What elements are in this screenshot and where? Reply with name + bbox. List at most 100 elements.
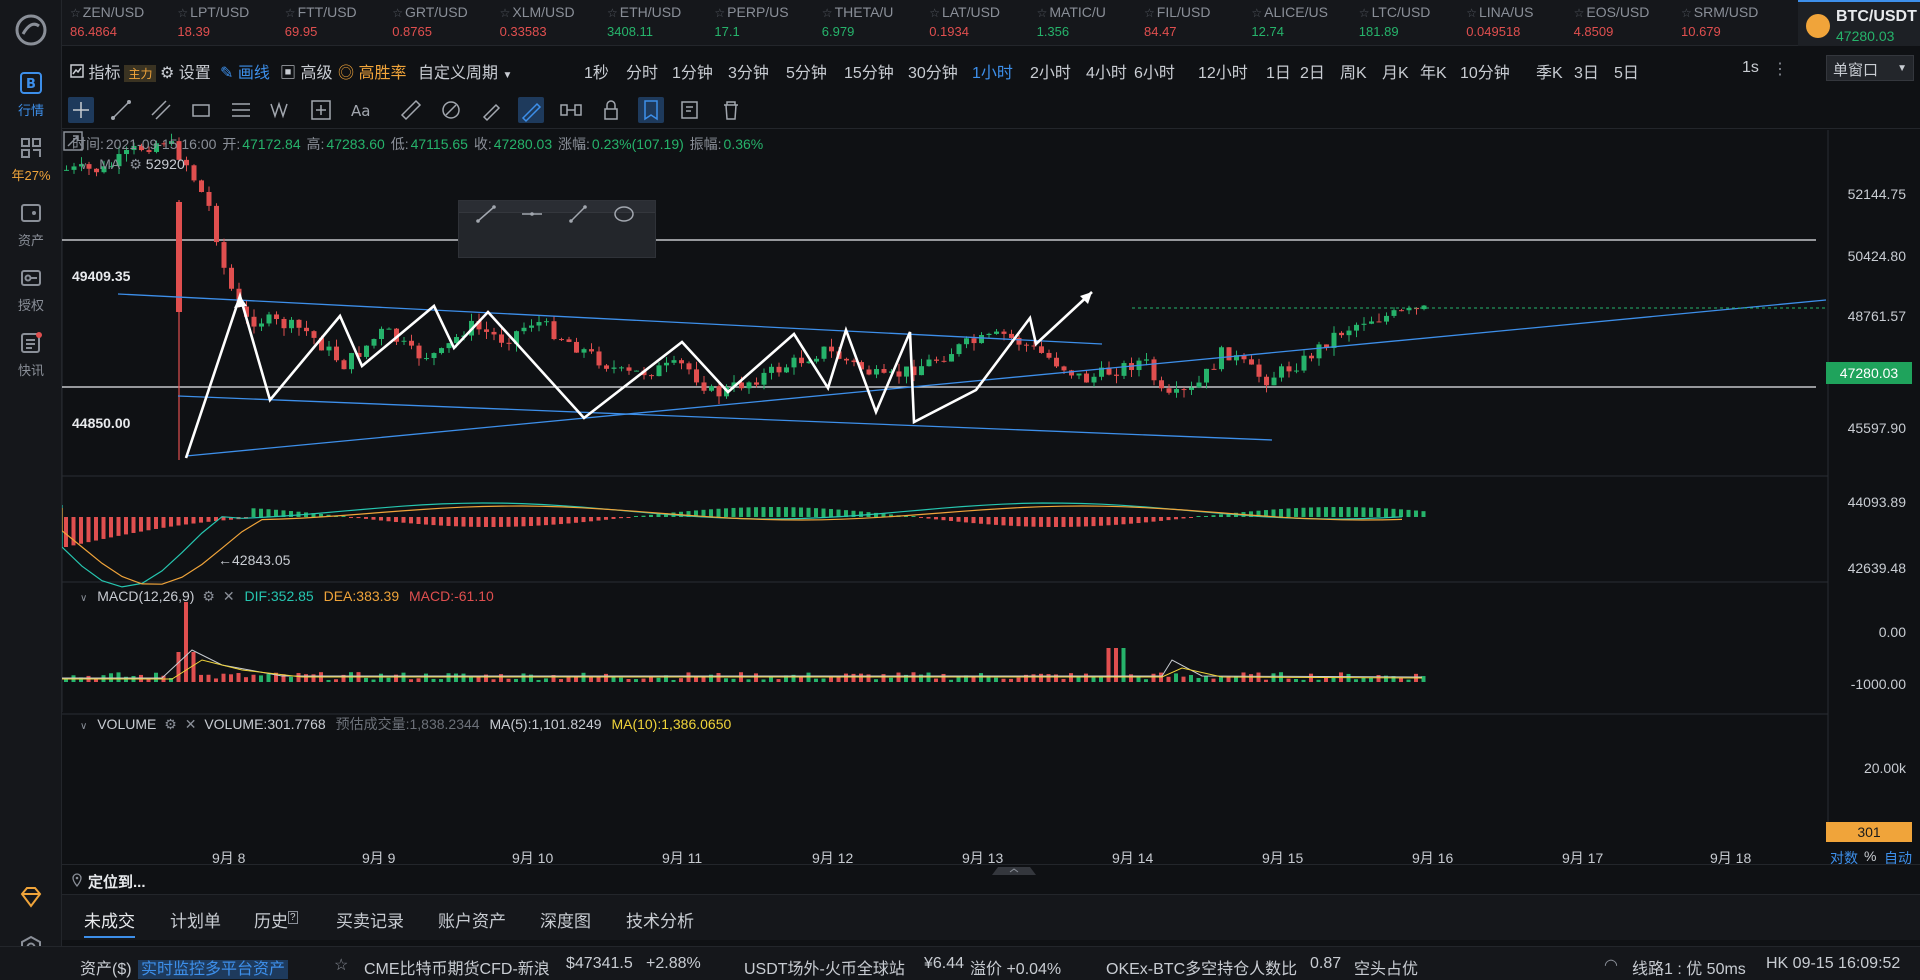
horizontal-line-icon[interactable] [519, 201, 545, 227]
ticker-item[interactable]: ☆ MATIC/U 1.356 [1037, 4, 1106, 44]
win-rate-button[interactable]: ◎ 高胜率 [338, 59, 406, 83]
ticker-item[interactable]: ☆ ETH/USD 3408.11 [607, 4, 681, 44]
close-icon[interactable]: ✕ [223, 588, 235, 604]
diamond-icon[interactable] [18, 884, 44, 910]
star-icon[interactable]: ☆ [334, 955, 348, 975]
period-17[interactable]: 10分钟 [1460, 59, 1510, 83]
nav-item-news[interactable]: 快讯 [0, 330, 62, 379]
nav-item-market[interactable]: B 行情 [0, 70, 62, 119]
tab-open-orders[interactable]: 未成交 [84, 907, 135, 938]
window-select[interactable]: 单窗口 ▼ [1826, 55, 1914, 81]
period-13[interactable]: 2日 [1300, 59, 1325, 83]
draw-mode-icon[interactable] [518, 97, 544, 123]
indicator-button[interactable]: 指标 主力 [70, 59, 157, 83]
period-14[interactable]: 周K [1340, 59, 1367, 83]
ticker-item[interactable]: ☆ LAT/USD 0.1934 [929, 4, 1000, 44]
nav-item-year[interactable]: 年27% [0, 135, 62, 184]
period-0[interactable]: 1秒 [584, 59, 609, 83]
text-icon[interactable]: Aa [348, 97, 374, 123]
gear-icon[interactable]: ⚙ [202, 588, 215, 604]
interval-button[interactable]: 1s [1742, 59, 1759, 77]
gear-icon[interactable]: ⚙ [164, 716, 177, 732]
chevron-down-icon[interactable]: ∨ [80, 161, 87, 172]
custom-period-dropdown[interactable]: 自定义周期 ▼ [418, 59, 512, 83]
period-3[interactable]: 3分钟 [728, 59, 769, 83]
edit-note-icon[interactable] [678, 97, 704, 123]
gear-icon[interactable]: ⚙ [129, 156, 142, 172]
expand-icon[interactable] [62, 130, 84, 152]
ticker-item[interactable]: ☆ LINA/US 0.049518 [1466, 4, 1533, 44]
measure-icon[interactable] [308, 97, 334, 123]
ticker-item[interactable]: ☆ THETA/U 6.979 [822, 4, 894, 44]
chain-icon[interactable] [558, 97, 584, 123]
segment-line-icon[interactable] [565, 201, 591, 227]
locate-bar[interactable]: 定位到... [62, 864, 1920, 894]
settings-button[interactable]: ⚙ 设置 [160, 59, 211, 83]
ma-legend[interactable]: ∨ MA ⚙ 52920 [80, 156, 185, 173]
period-1[interactable]: 分时 [626, 59, 658, 83]
period-19[interactable]: 3日 [1574, 59, 1599, 83]
star-icon[interactable]: ☆ [177, 6, 188, 20]
bookmark-icon[interactable] [638, 97, 664, 123]
star-icon[interactable]: ☆ [70, 6, 81, 20]
ticker-item[interactable]: ☆ XLM/USD 0.33583 [500, 4, 575, 44]
star-icon[interactable]: ☆ [822, 6, 833, 20]
draw-button[interactable]: ✎ 画线 [220, 59, 270, 83]
star-icon[interactable]: ☆ [285, 6, 296, 20]
period-9[interactable]: 4小时 [1086, 59, 1127, 83]
period-5[interactable]: 15分钟 [844, 59, 894, 83]
period-20[interactable]: 5日 [1614, 59, 1639, 83]
circle-tool-icon[interactable] [611, 201, 637, 227]
parallel-line-icon[interactable] [148, 97, 174, 123]
trendline-icon[interactable] [108, 97, 134, 123]
percent-scale-toggle[interactable]: % [1864, 848, 1876, 864]
wave-icon[interactable] [268, 97, 294, 123]
line-status[interactable]: 线路1 : 优 50ms [1632, 955, 1746, 979]
ticker-item[interactable]: ☆ ALICE/US 12.74 [1251, 4, 1328, 44]
chevron-down-icon[interactable]: ∨ [80, 721, 87, 732]
advanced-button[interactable]: ▣ 高级 [280, 59, 332, 83]
star-icon[interactable]: ☆ [1574, 6, 1585, 20]
crosshair-icon[interactable] [68, 97, 94, 123]
period-12[interactable]: 1日 [1266, 59, 1291, 83]
star-icon[interactable]: ☆ [1681, 6, 1692, 20]
ray-line-icon[interactable] [473, 201, 499, 227]
star-icon[interactable]: ☆ [607, 6, 618, 20]
period-7[interactable]: 1小时 [972, 59, 1013, 83]
ticker-item[interactable]: ☆ LPT/USD 18.39 [177, 4, 249, 44]
nav-item-assets[interactable]: 资产 [0, 200, 62, 249]
period-16[interactable]: 年K [1420, 59, 1447, 83]
more-dots-icon[interactable]: ⋮ [1772, 59, 1788, 79]
period-2[interactable]: 1分钟 [672, 59, 713, 83]
star-icon[interactable]: ☆ [929, 6, 940, 20]
ticker-item[interactable]: ☆ EOS/USD 4.8509 [1574, 4, 1650, 44]
star-icon[interactable]: ☆ [1466, 6, 1477, 20]
active-ticker[interactable]: BTC/USDT 47280.03 [1798, 0, 1920, 46]
period-6[interactable]: 30分钟 [908, 59, 958, 83]
period-10[interactable]: 6小时 [1134, 59, 1175, 83]
rectangle-icon[interactable] [188, 97, 214, 123]
chevron-down-icon[interactable]: ∨ [80, 593, 87, 604]
nav-item-auth[interactable]: 授权 [0, 265, 62, 314]
ticker-item[interactable]: ☆ SRM/USD 10.679 [1681, 4, 1758, 44]
tab-account-assets[interactable]: 账户资产 [438, 907, 506, 932]
tab-technical-analysis[interactable]: 技术分析 [626, 907, 694, 932]
ticker-item[interactable]: ☆ PERP/US 17.1 [714, 4, 788, 44]
ticker-item[interactable]: ☆ FIL/USD 84.47 [1144, 4, 1210, 44]
monitor-link[interactable]: 实时监控多平台资产 [138, 955, 289, 979]
period-11[interactable]: 12小时 [1198, 59, 1248, 83]
star-icon[interactable]: ☆ [714, 6, 725, 20]
star-icon[interactable]: ☆ [1037, 6, 1048, 20]
tab-depth-chart[interactable]: 深度图 [540, 907, 591, 932]
ticker-item[interactable]: ☆ GRT/USD 0.8765 [392, 4, 468, 44]
collapse-handle-icon[interactable] [992, 865, 1036, 875]
tab-history[interactable]: 历史? [254, 907, 298, 932]
period-4[interactable]: 5分钟 [786, 59, 827, 83]
chart-area[interactable]: 时间: 2021-09-15 16:00 开: 47172.84 高: 47283.6… [62, 130, 1920, 866]
period-15[interactable]: 月K [1382, 59, 1409, 83]
lock-icon[interactable] [598, 97, 624, 123]
floating-draw-toolbar[interactable] [458, 200, 656, 258]
trash-icon[interactable] [718, 97, 744, 123]
tab-plan-orders[interactable]: 计划单 [170, 907, 221, 932]
star-icon[interactable]: ☆ [1144, 6, 1155, 20]
